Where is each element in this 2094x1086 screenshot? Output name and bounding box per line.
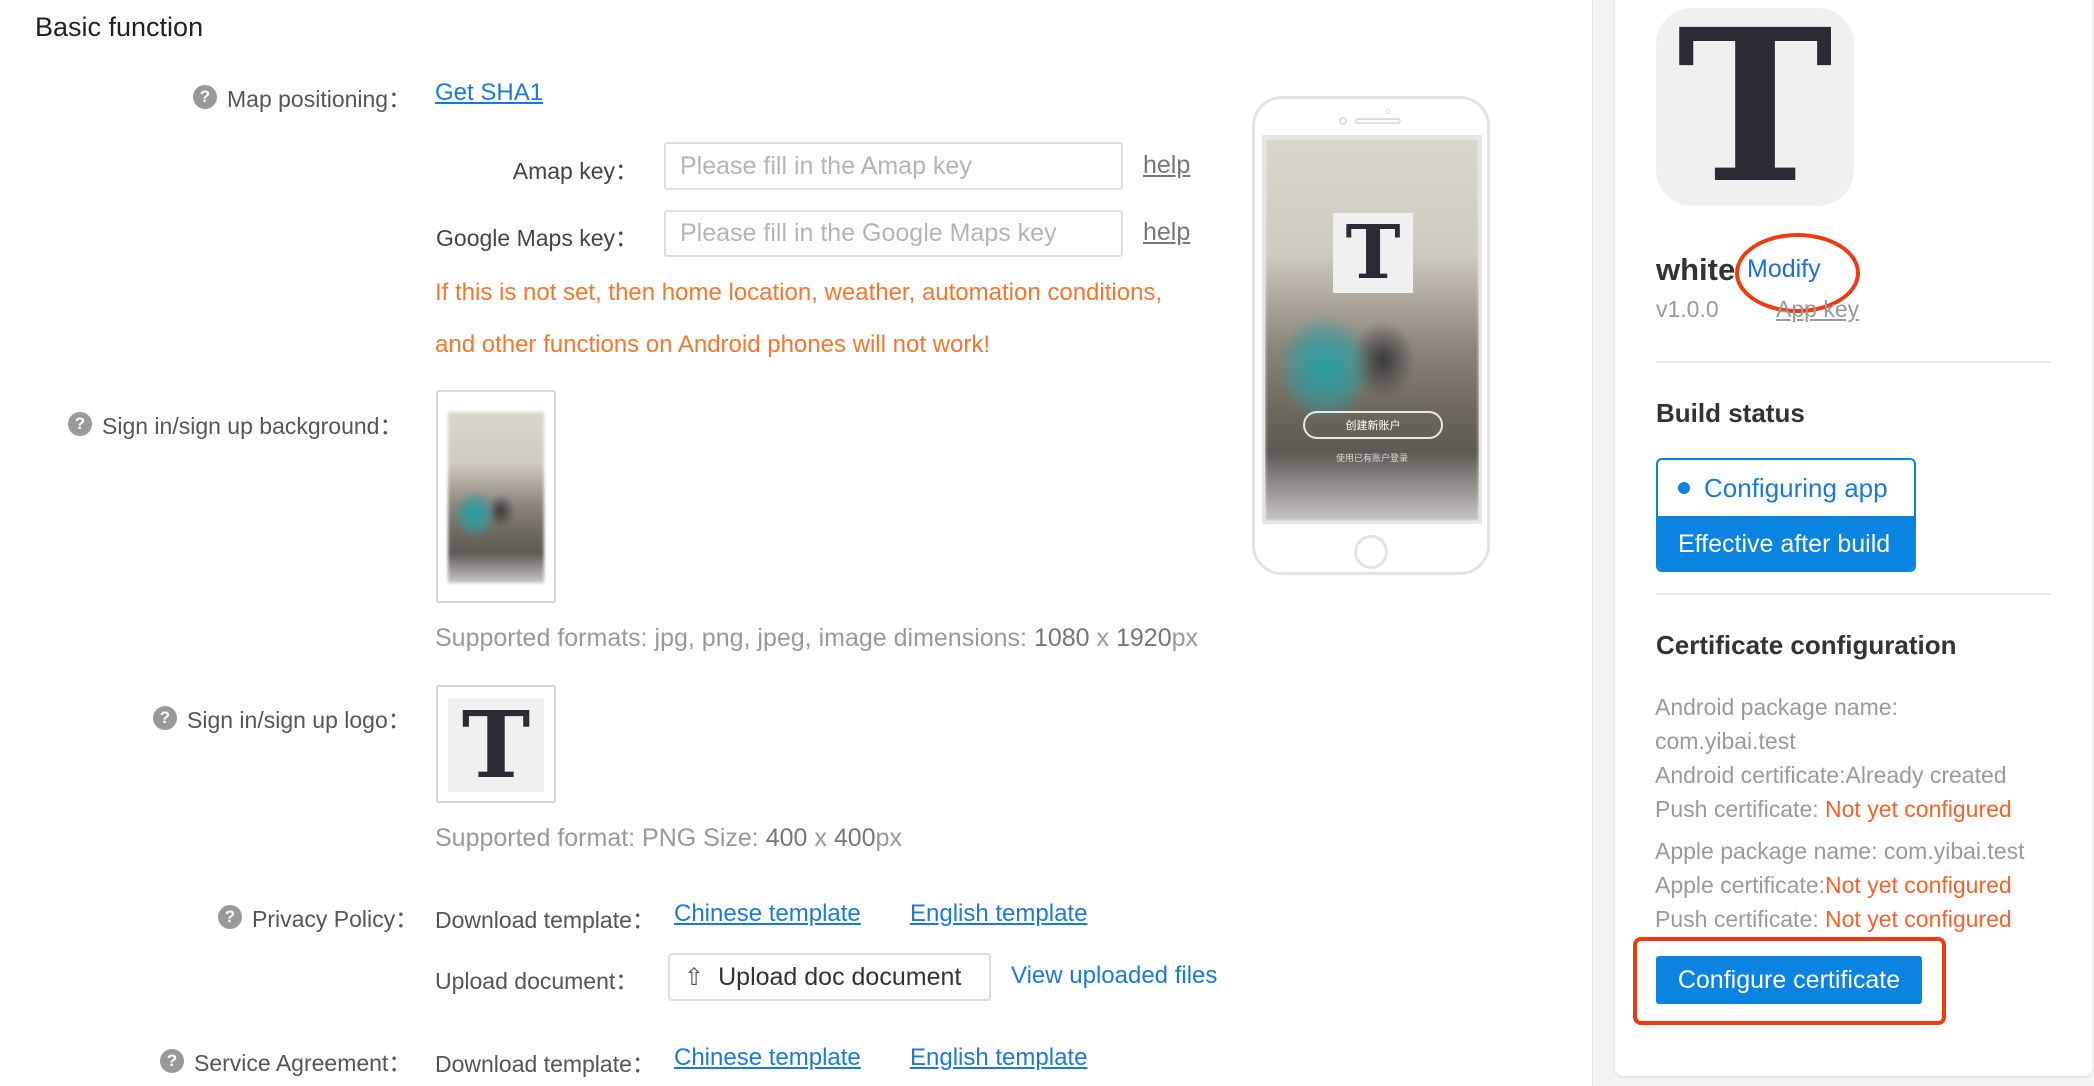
panel-divider: [1592, 0, 1615, 1086]
amap-key-label: Amap key：: [512, 158, 638, 184]
help-question-icon[interactable]: ?: [193, 85, 217, 109]
phone-sensor-icon: [1386, 109, 1391, 114]
background-format-hint: Supported formats: jpg, png, jpeg, image…: [435, 624, 1199, 652]
phone-camera-icon: [1339, 117, 1347, 125]
logo-label: ? Sign in/sign up logo：: [153, 701, 411, 735]
upload-doc-button[interactable]: ⇧ Upload doc document: [668, 953, 991, 1001]
service-chinese-template-link[interactable]: Chinese template: [674, 1044, 861, 1072]
upload-doc-button-label: Upload doc document: [718, 962, 962, 991]
google-help-link[interactable]: help: [1143, 218, 1190, 247]
help-question-icon[interactable]: ?: [160, 1049, 184, 1073]
service-download-label: Download template：: [435, 1051, 655, 1077]
build-status-state-text: Configuring app: [1704, 472, 1888, 503]
logo-upload-thumbnail[interactable]: T: [436, 685, 556, 803]
google-maps-key-label: Google Maps key：: [436, 225, 638, 251]
phone-screen: T 创建新账户 使用已有账户登录: [1262, 135, 1482, 524]
google-maps-key-input[interactable]: [664, 210, 1123, 257]
divider: [1656, 593, 2051, 595]
logo-label-text: Sign in/sign up logo：: [187, 707, 411, 733]
logo-format-hint: Supported format: PNG Size: 400 x 400px: [435, 824, 902, 852]
phone-speaker-icon: [1355, 118, 1401, 124]
help-question-icon[interactable]: ?: [218, 905, 242, 929]
android-certificate-status: Android certificate:Already created: [1655, 762, 2007, 788]
privacy-chinese-template-link[interactable]: Chinese template: [674, 900, 861, 928]
app-name: white: [1656, 252, 1736, 287]
map-warning-line1: If this is not set, then home location, …: [435, 279, 1163, 306]
logo-image: T: [448, 691, 544, 799]
app-version: v1.0.0: [1656, 296, 1719, 322]
service-agreement-text: Service Agreement：: [194, 1050, 412, 1076]
phone-logo: T: [1333, 210, 1413, 296]
map-warning-line2: and other functions on Android phones wi…: [435, 331, 991, 358]
apple-package-name: Apple package name: com.yibai.test: [1655, 838, 2025, 864]
status-dot-icon: [1678, 482, 1690, 494]
privacy-download-label: Download template：: [435, 907, 655, 933]
background-upload-thumbnail[interactable]: [436, 390, 556, 603]
app-icon: T: [1656, 2, 1854, 212]
amap-help-link[interactable]: help: [1143, 151, 1190, 180]
map-positioning-label: ? Map positioning：: [193, 80, 411, 114]
service-english-template-link[interactable]: English template: [910, 1044, 1087, 1072]
privacy-english-template-link[interactable]: English template: [910, 900, 1087, 928]
background-label-text: Sign in/sign up background：: [102, 413, 403, 439]
upload-icon: ⇧: [684, 963, 705, 991]
privacy-policy-text: Privacy Policy：: [252, 906, 419, 932]
map-positioning-text: Map positioning：: [227, 86, 412, 112]
background-image: [448, 412, 544, 583]
configure-certificate-button[interactable]: Configure certificate: [1656, 956, 1922, 1004]
android-package-value: com.yibai.test: [1655, 728, 1796, 754]
apple-push-certificate-status: Push certificate: Not yet configured: [1655, 906, 2012, 932]
build-status-title: Build status: [1656, 398, 1805, 428]
page-title: Basic function: [35, 12, 204, 42]
certificate-config-title: Certificate configuration: [1656, 630, 1957, 660]
privacy-policy-label: ? Privacy Policy：: [218, 900, 418, 934]
apple-certificate-status: Apple certificate:Not yet configured: [1655, 872, 2012, 898]
background-label: ? Sign in/sign up background：: [68, 407, 402, 441]
build-status-state: Configuring app: [1658, 460, 1914, 516]
view-uploaded-files-link[interactable]: View uploaded files: [1011, 962, 1217, 990]
upload-document-label: Upload document：: [435, 968, 639, 994]
divider: [1656, 361, 2051, 363]
phone-preview: T 创建新账户 使用已有账户登录: [1252, 96, 1490, 575]
get-sha1-link[interactable]: Get SHA1: [435, 79, 543, 107]
android-push-certificate-status: Push certificate: Not yet configured: [1655, 796, 2012, 822]
build-status-badge: Configuring app Effective after build: [1656, 458, 1916, 572]
build-status-note: Effective after build: [1658, 516, 1914, 570]
service-agreement-label: ? Service Agreement：: [160, 1044, 411, 1078]
help-question-icon[interactable]: ?: [153, 706, 177, 730]
help-question-icon[interactable]: ?: [68, 412, 92, 436]
phone-login-existing-text: 使用已有账户登录: [1335, 453, 1408, 463]
amap-key-input[interactable]: [664, 142, 1123, 190]
android-package-label: Android package name:: [1655, 694, 1898, 720]
app-key-link[interactable]: App key: [1776, 296, 1859, 323]
phone-create-account-button: 创建新账户: [1303, 411, 1443, 439]
phone-home-button-icon: [1354, 535, 1388, 569]
